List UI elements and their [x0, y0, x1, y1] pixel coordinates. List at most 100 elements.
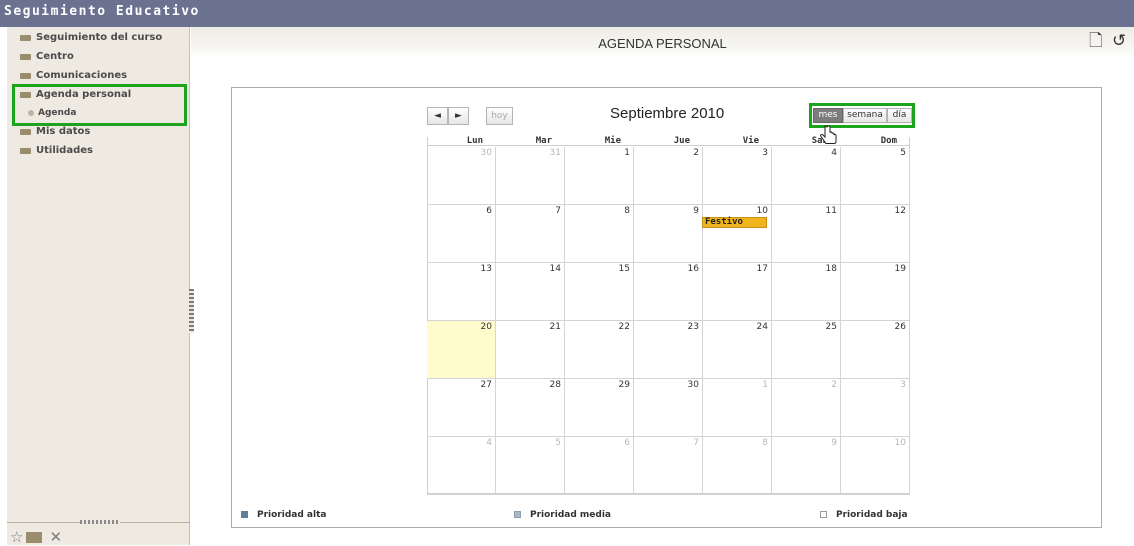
- day-number: 30: [480, 148, 492, 158]
- day-cell[interactable]: 10: [703, 205, 772, 263]
- legend-label: Prioridad baja: [836, 510, 908, 520]
- day-cell[interactable]: 2: [772, 379, 841, 437]
- day-cell[interactable]: 14: [496, 263, 565, 321]
- day-cell[interactable]: 7: [634, 437, 703, 495]
- day-number: 2: [831, 380, 837, 390]
- day-cell[interactable]: 23: [634, 321, 703, 379]
- day-number: 5: [900, 148, 906, 158]
- day-cell[interactable]: 5: [841, 147, 910, 205]
- day-number: 8: [624, 206, 630, 216]
- folder-icon[interactable]: [26, 532, 43, 543]
- day-cell[interactable]: 9: [772, 437, 841, 495]
- sidebar-item-seguimiento-curso[interactable]: Seguimiento del curso: [7, 29, 190, 48]
- day-number: 9: [831, 438, 837, 448]
- day-number: 28: [549, 380, 561, 390]
- prev-month-button[interactable]: ◄: [427, 107, 448, 125]
- day-number: 5: [555, 438, 561, 448]
- day-number: 9: [693, 206, 699, 216]
- day-cell[interactable]: 28: [496, 379, 565, 437]
- day-number: 7: [693, 438, 699, 448]
- day-cell[interactable]: 15: [565, 263, 634, 321]
- hand-cursor-icon: [820, 125, 837, 144]
- day-cell[interactable]: 11: [772, 205, 841, 263]
- day-cell[interactable]: 30: [634, 379, 703, 437]
- day-cell[interactable]: 4: [772, 147, 841, 205]
- day-cell-today[interactable]: 20: [427, 321, 496, 379]
- folder-icon: [20, 35, 31, 41]
- day-view-button[interactable]: día: [887, 108, 912, 123]
- day-cell[interactable]: 8: [565, 205, 634, 263]
- day-cell[interactable]: 24: [703, 321, 772, 379]
- priority-high-swatch-icon: [241, 511, 248, 518]
- day-number: 18: [825, 264, 837, 274]
- star-outline-icon[interactable]: ☆: [10, 528, 23, 546]
- refresh-icon[interactable]: ↺: [1112, 33, 1126, 50]
- legend-label: Prioridad media: [530, 510, 611, 520]
- day-cell[interactable]: 1: [565, 147, 634, 205]
- folder-icon: [20, 54, 31, 60]
- day-number: 10: [756, 206, 768, 216]
- sidebar-bottom-handle[interactable]: [80, 520, 120, 524]
- day-number: 23: [687, 322, 699, 332]
- legend-item-high: Prioridad alta: [241, 510, 326, 520]
- day-number: 13: [480, 264, 492, 274]
- month-view-button[interactable]: mes: [813, 108, 843, 123]
- sidebar-item-label: Utilidades: [36, 145, 93, 156]
- week-view-button[interactable]: semana: [843, 108, 887, 123]
- new-document-icon[interactable]: 🗋: [1089, 33, 1103, 50]
- day-number: 14: [549, 264, 561, 274]
- day-cell[interactable]: 19: [841, 263, 910, 321]
- day-cell[interactable]: 10: [841, 437, 910, 495]
- today-button[interactable]: hoy: [486, 107, 513, 125]
- day-cell[interactable]: 1: [703, 379, 772, 437]
- day-cell[interactable]: 17: [703, 263, 772, 321]
- day-number: 2: [693, 148, 699, 158]
- day-cell[interactable]: 25: [772, 321, 841, 379]
- day-number: 24: [756, 322, 768, 332]
- day-cell[interactable]: 3: [841, 379, 910, 437]
- day-cell[interactable]: 21: [496, 321, 565, 379]
- day-cell[interactable]: 8: [703, 437, 772, 495]
- day-cell[interactable]: 13: [427, 263, 496, 321]
- day-cell[interactable]: 6: [427, 205, 496, 263]
- day-cell[interactable]: 31: [496, 147, 565, 205]
- day-number: 17: [756, 264, 768, 274]
- day-cell[interactable]: 9: [634, 205, 703, 263]
- day-cell[interactable]: 22: [565, 321, 634, 379]
- day-cell[interactable]: 18: [772, 263, 841, 321]
- folder-icon: [20, 148, 31, 154]
- page-title: AGENDA PERSONAL: [598, 36, 727, 51]
- day-cell[interactable]: 5: [496, 437, 565, 495]
- day-number: 22: [618, 322, 630, 332]
- sidebar-item-label: Seguimiento del curso: [36, 32, 163, 43]
- day-cell[interactable]: 7: [496, 205, 565, 263]
- day-cell[interactable]: 6: [565, 437, 634, 495]
- sidebar-item-utilidades[interactable]: Utilidades: [7, 142, 190, 161]
- calendar-event[interactable]: Festivo: [702, 217, 767, 228]
- day-cell[interactable]: 3: [703, 147, 772, 205]
- day-number: 30: [687, 380, 699, 390]
- day-number: 29: [618, 380, 630, 390]
- day-cell[interactable]: 12: [841, 205, 910, 263]
- agenda-highlight-box: [12, 84, 187, 126]
- day-cell[interactable]: 4: [427, 437, 496, 495]
- day-cell[interactable]: 26: [841, 321, 910, 379]
- day-cell[interactable]: 2: [634, 147, 703, 205]
- sidebar-item-label: Comunicaciones: [36, 70, 128, 81]
- day-cell[interactable]: 29: [565, 379, 634, 437]
- next-month-button[interactable]: ►: [448, 107, 469, 125]
- sidebar-item-centro[interactable]: Centro: [7, 48, 190, 67]
- day-number: 26: [894, 322, 906, 332]
- day-number: 12: [894, 206, 906, 216]
- priority-low-swatch-icon: [820, 511, 827, 518]
- day-number: 1: [624, 148, 630, 158]
- day-cell[interactable]: 27: [427, 379, 496, 437]
- day-cell[interactable]: 30: [427, 147, 496, 205]
- priority-medium-swatch-icon: [514, 511, 521, 518]
- sidebar-bottom-toolbar: ☆ ✕: [10, 528, 65, 546]
- tools-icon[interactable]: ✕: [49, 528, 62, 546]
- day-number: 6: [486, 206, 492, 216]
- app-title: Seguimiento Educativo: [4, 4, 200, 19]
- day-cell[interactable]: 16: [634, 263, 703, 321]
- sidebar-resize-handle[interactable]: [189, 289, 194, 333]
